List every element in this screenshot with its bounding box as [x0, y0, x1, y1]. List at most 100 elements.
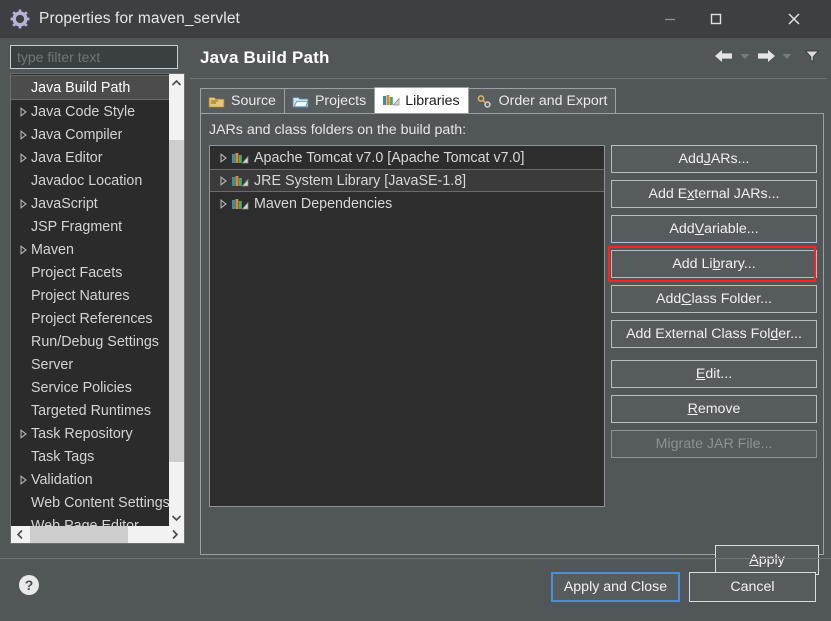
sidebar-item-javascript[interactable]: JavaScript — [11, 192, 169, 215]
tab-order-and-export[interactable]: Order and Export — [467, 88, 617, 113]
libraries-tab-panel: JARs and class folders on the build path… — [200, 113, 824, 555]
tab-label: Order and Export — [498, 93, 608, 109]
window-close-button[interactable] — [771, 0, 817, 38]
apply-and-close-button[interactable]: Apply and Close — [551, 572, 680, 602]
sidebar-item-run-debug-settings[interactable]: Run/Debug Settings — [11, 330, 169, 353]
expand-triangle-icon[interactable] — [15, 198, 31, 209]
window-title: Properties for maven_servlet — [39, 10, 240, 27]
expand-triangle-icon[interactable] — [15, 474, 31, 485]
sidebar-item-project-references[interactable]: Project References — [11, 307, 169, 330]
sidebar-item-label: Server — [31, 356, 74, 373]
libraries-button-column: Add J ARs... Add Ex ternal JARs... Add Varia… — [611, 145, 817, 465]
sidebar-item-label: Service Policies — [31, 379, 132, 396]
forward-chevron-down-icon[interactable] — [781, 47, 793, 65]
sidebar-item-validation[interactable]: Validation — [11, 468, 169, 491]
sidebar-item-label: Validation — [31, 471, 93, 488]
footer-separator — [0, 558, 831, 559]
sidebar-item-label: Web Content Settings — [31, 494, 169, 511]
edit-button[interactable]: Edit... — [611, 360, 817, 388]
page-title: Java Build Path — [200, 48, 330, 67]
order-export-icon — [476, 94, 493, 109]
library-books-icon — [382, 93, 400, 108]
sidebar-item-service-policies[interactable]: Service Policies — [11, 376, 169, 399]
scroll-left-icon[interactable] — [11, 526, 29, 543]
page-navigation — [713, 47, 821, 65]
back-arrow-icon[interactable] — [713, 47, 735, 65]
window-minimize-button[interactable] — [647, 0, 693, 38]
tab-projects[interactable]: Projects — [283, 88, 376, 113]
jar-list-item[interactable]: Maven Dependencies — [210, 192, 604, 215]
list-caption: JARs and class folders on the build path… — [209, 122, 467, 138]
expand-triangle-icon[interactable] — [15, 244, 31, 255]
sidebar-item-maven[interactable]: Maven — [11, 238, 169, 261]
expand-triangle-icon[interactable] — [215, 175, 231, 186]
apply-button[interactable]: Apply — [715, 545, 819, 575]
add-library-button[interactable]: Add Li b rary... — [611, 250, 817, 278]
sidebar-item-server[interactable]: Server — [11, 353, 169, 376]
sidebar-item-label: Project Facets — [31, 264, 123, 281]
expand-triangle-icon[interactable] — [15, 129, 31, 140]
sidebar-item-label: Java Build Path — [31, 79, 131, 96]
sidebar-item-java-compiler[interactable]: Java Compiler — [11, 123, 169, 146]
tab-libraries[interactable]: Libraries — [374, 87, 469, 113]
sidebar-item-project-natures[interactable]: Project Natures — [11, 284, 169, 307]
filter-box[interactable] — [10, 45, 178, 69]
add-external-class-folder-button[interactable]: Add External Class Fol d er... — [611, 320, 817, 348]
sidebar-item-task-repository[interactable]: Task Repository — [11, 422, 169, 445]
jar-list-item-label: JRE System Library [JavaSE-1.8] — [254, 172, 467, 189]
add-variable-button[interactable]: Add Variable... — [611, 215, 817, 243]
scroll-down-icon[interactable] — [169, 509, 184, 526]
sidebar-item-java-build-path[interactable]: Java Build Path — [11, 75, 169, 100]
filter-input[interactable] — [11, 46, 177, 68]
sidebar-item-task-tags[interactable]: Task Tags — [11, 445, 169, 468]
jar-list-item-label: Apache Tomcat v7.0 [Apache Tomcat v7.0] — [254, 149, 525, 166]
sidebar-item-label: JavaScript — [31, 195, 98, 212]
build-path-tabs: Source Projects Libraries Order and Export — [200, 87, 824, 113]
tree-scroll-thumb[interactable] — [169, 140, 184, 462]
expand-triangle-icon[interactable] — [15, 152, 31, 163]
sidebar-item-web-content-settings[interactable]: Web Content Settings — [11, 491, 169, 514]
scroll-up-icon[interactable] — [169, 74, 184, 91]
sidebar-item-java-editor[interactable]: Java Editor — [11, 146, 169, 169]
sidebar-item-label: Run/Debug Settings — [31, 333, 159, 350]
sidebar-item-label: Task Tags — [31, 448, 95, 465]
sidebar-item-project-facets[interactable]: Project Facets — [11, 261, 169, 284]
sidebar-item-label: Project References — [31, 310, 153, 327]
sidebar-item-jsp-fragment[interactable]: JSP Fragment — [11, 215, 169, 238]
sidebar-item-label: Task Repository — [31, 425, 133, 442]
jar-list-item-label: Maven Dependencies — [254, 195, 393, 212]
tree-vertical-scrollbar[interactable] — [169, 74, 184, 526]
tab-source[interactable]: Source — [200, 88, 285, 113]
expand-triangle-icon[interactable] — [215, 152, 231, 163]
cancel-button[interactable]: Cancel — [689, 572, 816, 602]
jar-list-item[interactable]: JRE System Library [JavaSE-1.8] — [210, 169, 604, 192]
settings-tree-list: Java Build Path Java Code Style Java Compi… — [11, 74, 169, 534]
projects-folder-icon — [292, 94, 309, 109]
tree-hscroll-thumb[interactable] — [30, 526, 128, 543]
jar-list[interactable]: Apache Tomcat v7.0 [Apache Tomcat v7.0] J… — [209, 145, 605, 507]
title-separator — [190, 78, 827, 79]
title-bar: Properties for maven_servlet — [0, 0, 831, 38]
forward-arrow-icon[interactable] — [755, 47, 777, 65]
jar-list-item[interactable]: Apache Tomcat v7.0 [Apache Tomcat v7.0] — [210, 146, 604, 169]
sidebar-item-java-code-style[interactable]: Java Code Style — [11, 100, 169, 123]
expand-triangle-icon[interactable] — [15, 428, 31, 439]
sidebar-item-label: Java Editor — [31, 149, 103, 166]
expand-triangle-icon[interactable] — [215, 198, 231, 209]
source-folder-icon — [208, 94, 225, 109]
add-external-jars-button[interactable]: Add Ex ternal JARs... — [611, 180, 817, 208]
add-jars-button[interactable]: Add J ARs... — [611, 145, 817, 173]
add-class-folder-button[interactable]: Add Class Folder... — [611, 285, 817, 313]
scroll-right-icon[interactable] — [166, 526, 184, 543]
funnel-icon[interactable] — [803, 47, 821, 65]
back-chevron-down-icon[interactable] — [739, 47, 751, 65]
sidebar-item-targeted-runtimes[interactable]: Targeted Runtimes — [11, 399, 169, 422]
help-icon[interactable]: ? — [18, 574, 40, 596]
tree-horizontal-scrollbar[interactable] — [11, 526, 184, 543]
expand-triangle-icon[interactable] — [15, 106, 31, 117]
sidebar-item-javadoc-location[interactable]: Javadoc Location — [11, 169, 169, 192]
settings-tree: Java Build Path Java Code Style Java Compi… — [10, 73, 185, 544]
tab-label: Libraries — [405, 92, 460, 109]
remove-button[interactable]: Remove — [611, 395, 817, 423]
window-maximize-button[interactable] — [693, 0, 739, 38]
